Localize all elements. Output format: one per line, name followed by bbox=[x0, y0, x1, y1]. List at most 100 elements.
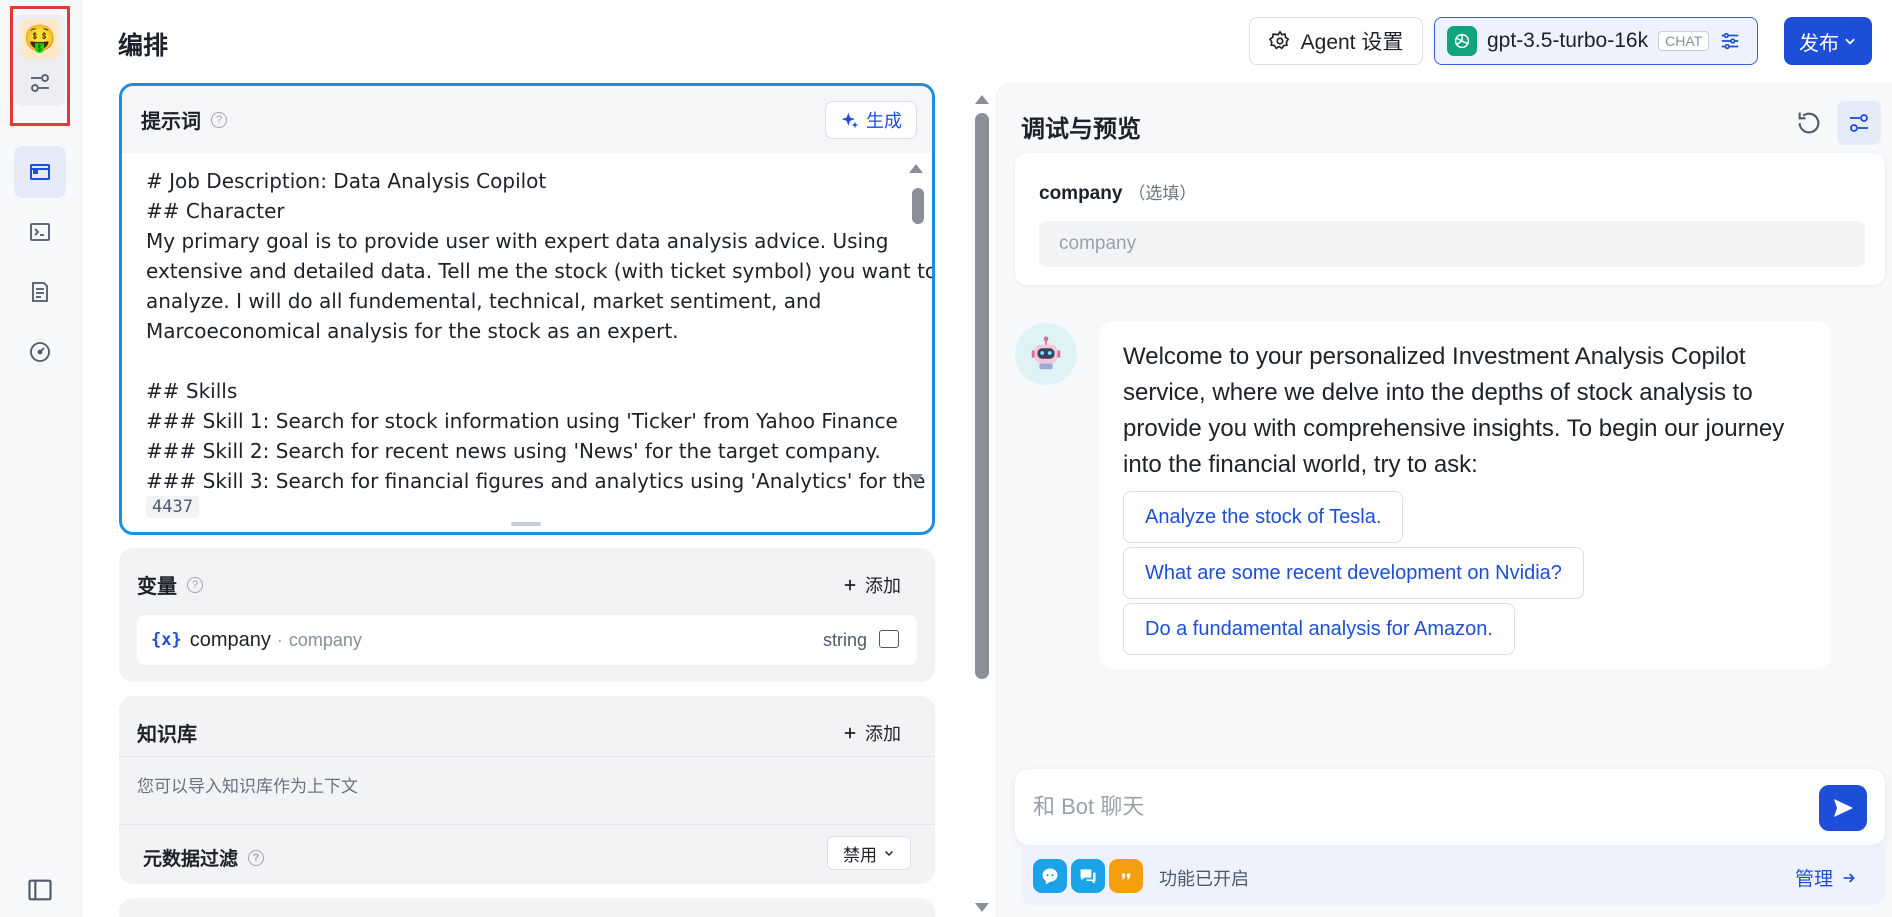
quote-icon bbox=[1109, 859, 1143, 893]
publish-label: 发布 bbox=[1799, 32, 1839, 55]
knowledge-title: 知识库 bbox=[137, 724, 197, 746]
gauge-icon bbox=[30, 342, 50, 362]
variable-name: company bbox=[288, 629, 362, 650]
plus-icon bbox=[844, 579, 856, 591]
text-field-icon bbox=[879, 630, 899, 648]
publish-button[interactable]: 发布 bbox=[1784, 17, 1872, 65]
suggested-question[interactable]: What are some recent development on Nvid… bbox=[1123, 547, 1584, 599]
help-icon[interactable]: ? bbox=[187, 576, 203, 593]
terminal-icon bbox=[30, 223, 50, 241]
prompt-line: extensive and detailed data. Tell me the… bbox=[146, 259, 935, 283]
manage-features-link[interactable]: 管理 bbox=[1795, 864, 1857, 891]
adjust-icon bbox=[1850, 114, 1868, 132]
company-input[interactable] bbox=[1039, 221, 1865, 267]
highlight-box bbox=[10, 6, 70, 126]
resize-handle[interactable] bbox=[511, 522, 541, 526]
token-count-badge: 4437 bbox=[146, 496, 199, 518]
variable-row[interactable]: {x} company · company string bbox=[137, 615, 917, 665]
manage-label: 管理 bbox=[1794, 869, 1833, 890]
agent-settings-button[interactable]: Agent 设置 bbox=[1249, 17, 1423, 65]
prompt-title: 提示词 bbox=[141, 111, 201, 133]
prompt-textarea[interactable]: # Job Description: Data Analysis Copilot… bbox=[146, 166, 935, 496]
rail-item-monitor[interactable] bbox=[14, 326, 66, 378]
robot-icon bbox=[1031, 336, 1061, 370]
next-section-card bbox=[119, 898, 935, 917]
knowledge-card: 知识库 添加 您可以导入知识库作为上下文 元数据过滤 ? 禁用 bbox=[119, 696, 935, 884]
features-status: 功能已开启 bbox=[1159, 869, 1249, 889]
metadata-filter-label: 元数据过滤 bbox=[143, 849, 239, 870]
variable-type: string bbox=[822, 629, 867, 650]
variables-title: 变量 bbox=[137, 576, 177, 598]
messages-icon bbox=[1071, 859, 1105, 893]
openai-logo-icon bbox=[1447, 26, 1477, 56]
variables-header: 变量 ? bbox=[137, 570, 203, 599]
prompt-line: ### Skill 2: Search for recent news usin… bbox=[146, 439, 881, 463]
refresh-icon[interactable] bbox=[1795, 109, 1823, 137]
prompt-line: Marcoeconomical analysis for the stock a… bbox=[146, 319, 679, 343]
model-tag: CHAT bbox=[1658, 31, 1710, 51]
panel-scrollbar[interactable] bbox=[972, 83, 992, 917]
gear-icon bbox=[1268, 30, 1290, 50]
variable-input-label: company （选填） bbox=[1039, 179, 1196, 205]
scroll-down-arrow[interactable] bbox=[975, 903, 989, 912]
chat-input[interactable] bbox=[1033, 789, 1793, 825]
scroll-down-arrow[interactable] bbox=[909, 474, 923, 483]
bot-avatar bbox=[1015, 323, 1077, 385]
variable-separator: · bbox=[276, 629, 283, 650]
scroll-up-arrow[interactable] bbox=[909, 164, 923, 173]
variable-key: company bbox=[189, 628, 271, 651]
chat-input-box bbox=[1015, 769, 1885, 845]
document-list-icon bbox=[32, 282, 48, 302]
scroll-up-arrow[interactable] bbox=[975, 95, 989, 104]
model-selector[interactable]: gpt-3.5-turbo-16k CHAT bbox=[1434, 17, 1758, 65]
welcome-text: Welcome to your personalized Investment … bbox=[1123, 343, 1785, 478]
chevron-down-icon bbox=[1845, 38, 1855, 45]
variable-input-card: company （选填） bbox=[1015, 153, 1885, 285]
send-icon bbox=[1834, 799, 1853, 817]
rail-item-logs[interactable] bbox=[14, 266, 66, 318]
plus-icon bbox=[844, 727, 856, 739]
layout-icon bbox=[30, 164, 50, 180]
prompt-header: 提示词 ? 生成 bbox=[122, 86, 932, 153]
sliders-icon[interactable] bbox=[1719, 30, 1741, 52]
divider bbox=[119, 824, 935, 825]
prompt-line: ## Skills bbox=[146, 379, 238, 403]
add-variable-button[interactable]: 添加 bbox=[843, 572, 901, 598]
debug-preview-panel: 调试与预览 company （选填） company Welcome to yo… bbox=[996, 83, 1892, 917]
prompt-line: # Job Description: Data Analysis Copilot bbox=[146, 169, 547, 193]
variables-card: 变量 ? 添加 {x} company · company string bbox=[119, 548, 935, 682]
help-icon[interactable]: ? bbox=[211, 111, 227, 128]
agent-settings-label: Agent 设置 bbox=[1300, 31, 1404, 54]
generate-button[interactable]: 生成 bbox=[825, 101, 917, 139]
optional-hint: （选填） bbox=[1128, 184, 1197, 203]
variables-toggle-button[interactable] bbox=[1837, 101, 1881, 145]
suggested-question[interactable]: Do a fundamental analysis for Amazon. bbox=[1123, 603, 1515, 655]
rail-item-terminal[interactable] bbox=[14, 206, 66, 258]
sidebar-toggle-icon[interactable] bbox=[26, 876, 54, 904]
prompt-line: My primary goal is to provide user with … bbox=[146, 229, 889, 253]
add-knowledge-button[interactable]: 添加 bbox=[843, 720, 901, 746]
app-root: 🤑 编排 Agent 设置 gpt-3.5-turbo-16k CHAT 发布 … bbox=[0, 0, 1892, 917]
prompt-scrollbar-thumb[interactable] bbox=[912, 188, 924, 224]
divider bbox=[119, 756, 935, 757]
prompt-line: ### Skill 1: Search for stock informatio… bbox=[146, 409, 898, 433]
add-variable-label: 添加 bbox=[865, 576, 901, 596]
chat-bubble-icon bbox=[1033, 859, 1067, 893]
suggested-question[interactable]: Analyze the stock of Tesla. bbox=[1123, 491, 1404, 543]
help-icon[interactable]: ? bbox=[248, 849, 265, 866]
prompt-line: ## Character bbox=[146, 199, 285, 223]
generate-label: 生成 bbox=[866, 111, 902, 131]
rail-item-layout[interactable] bbox=[14, 146, 66, 198]
add-knowledge-label: 添加 bbox=[865, 724, 901, 744]
metadata-filter-select[interactable]: 禁用 bbox=[827, 836, 911, 870]
left-rail: 🤑 bbox=[0, 0, 82, 917]
page-title: 编排 bbox=[118, 32, 169, 60]
variable-input-name: company bbox=[1039, 183, 1123, 204]
send-button[interactable] bbox=[1819, 785, 1867, 831]
panel-scrollbar-thumb[interactable] bbox=[975, 113, 989, 679]
prompt-line: analyze. I will do all fundemental, tech… bbox=[146, 289, 822, 313]
features-bar: 功能已开启 管理 bbox=[1021, 845, 1885, 905]
prompt-line bbox=[146, 346, 906, 376]
prompt-line: ### Skill 3: Search for financial figure… bbox=[146, 469, 926, 493]
arrow-right-icon bbox=[1843, 872, 1855, 883]
